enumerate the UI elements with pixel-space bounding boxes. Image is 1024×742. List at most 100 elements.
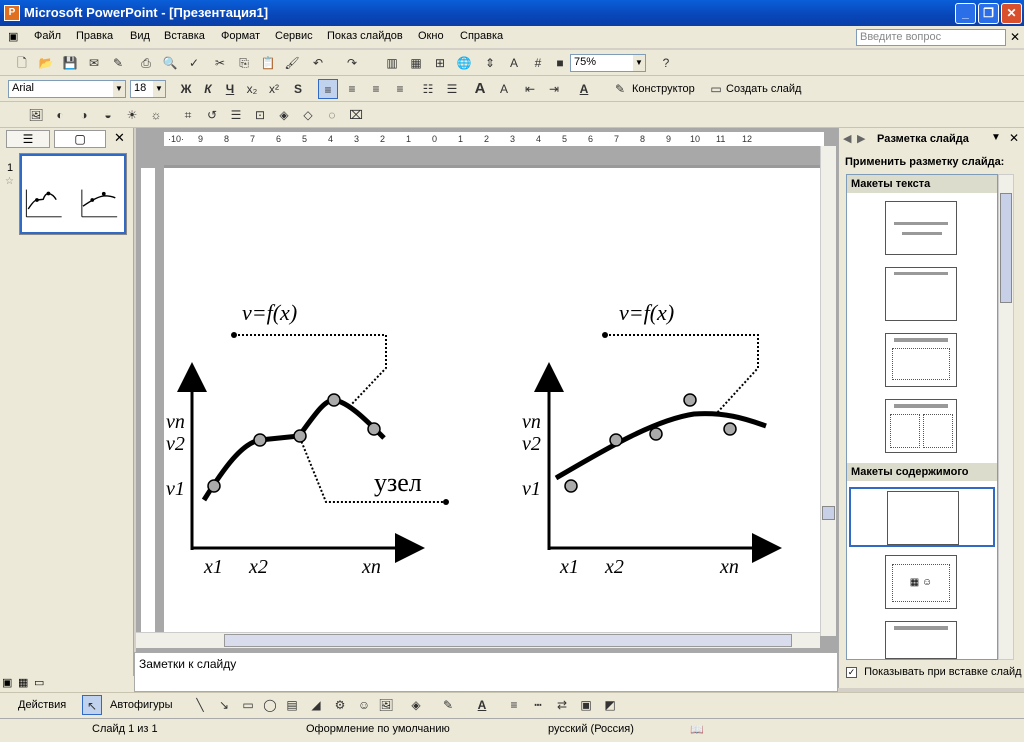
justify-icon[interactable]: ≡ — [390, 79, 410, 99]
decrease-font-icon[interactable]: A — [494, 79, 514, 99]
spelling-icon[interactable]: ✓ — [184, 53, 204, 73]
right-v1-label[interactable]: v1 — [522, 478, 541, 501]
more-contrast-icon[interactable]: ◑ — [74, 105, 94, 125]
save-icon[interactable]: 💾 — [60, 53, 80, 73]
underline-button[interactable]: Ч — [220, 79, 240, 99]
more-brightness-icon[interactable]: ☀ — [122, 105, 142, 125]
show-on-insert-checkbox[interactable]: ✓ Показывать при вставке слайд — [846, 666, 1022, 678]
hyperlink-icon[interactable]: 🌐 — [454, 53, 474, 73]
menu-insert[interactable]: Вставка — [164, 30, 205, 42]
left-xn-label[interactable]: xn — [362, 556, 381, 579]
hscroll-thumb[interactable] — [224, 634, 792, 647]
bullets-icon[interactable]: ☰ — [442, 79, 462, 99]
tables-borders-icon[interactable]: ⊞ — [430, 53, 450, 73]
vertical-scrollbar[interactable] — [820, 146, 836, 636]
right-x1-label[interactable]: x1 — [560, 556, 579, 579]
rectangle-icon[interactable]: ▭ — [238, 695, 258, 715]
align-center-icon[interactable]: ≡ — [342, 79, 362, 99]
menu-view[interactable]: Вид — [130, 30, 150, 42]
color-icon[interactable]: ◐ — [50, 105, 70, 125]
right-vn-label[interactable]: vn — [522, 411, 541, 434]
left-vn-label[interactable]: vn — [166, 411, 185, 434]
line-icon[interactable]: ╲ — [190, 695, 210, 715]
slide-thumbnail[interactable] — [19, 153, 127, 235]
powerpoint-app-icon[interactable]: P — [4, 5, 20, 21]
left-x2-label[interactable]: x2 — [249, 556, 268, 579]
arrow-style-icon[interactable]: ⇄ — [552, 695, 572, 715]
shadow-icon[interactable]: S — [288, 79, 308, 99]
fill-color-icon[interactable]: ◈ — [406, 695, 426, 715]
dash-style-icon[interactable]: ┅ — [528, 695, 548, 715]
right-v2-label[interactable]: v2 — [522, 433, 541, 456]
autoshapes-menu[interactable]: Автофигуры — [110, 699, 173, 711]
menu-window[interactable]: Окно — [418, 30, 444, 42]
slideshow-view-icon[interactable]: ▭ — [34, 676, 44, 689]
menu-file[interactable]: Файл — [34, 30, 61, 42]
color-grayscale-icon[interactable]: ■ — [550, 53, 570, 73]
permission-icon[interactable]: ✉ — [84, 53, 104, 73]
arrow-icon[interactable]: ↘ — [214, 695, 234, 715]
grid-icon[interactable]: # — [528, 53, 548, 73]
open-icon[interactable]: 📂 — [36, 53, 56, 73]
insert-table-icon[interactable]: ▦ — [406, 53, 426, 73]
back-icon[interactable]: ◀ — [843, 132, 851, 145]
left-v1-label[interactable]: v1 — [166, 478, 185, 501]
checkbox-checked-icon[interactable]: ✓ — [846, 667, 857, 678]
insert-chart-icon[interactable]: ▥ — [382, 53, 402, 73]
show-formatting-icon[interactable]: A — [504, 53, 524, 73]
help-search-input[interactable]: Введите вопрос — [856, 29, 1006, 46]
close-panel-icon[interactable]: ✕ — [114, 130, 125, 146]
minimize-button[interactable]: _ — [955, 3, 976, 24]
reset-picture-icon[interactable]: ⌧ — [346, 105, 366, 125]
close-document-icon[interactable]: ✕ — [1010, 30, 1020, 44]
recolor-icon[interactable]: ◈ — [274, 105, 294, 125]
chevron-down-icon[interactable]: ▼ — [991, 132, 1001, 143]
layout-blank-selected[interactable] — [849, 487, 995, 547]
new-slide-icon[interactable]: ▭ — [706, 79, 726, 99]
tab-outline[interactable]: ☰ — [6, 130, 50, 148]
select-arrow-icon[interactable]: ↖ — [82, 695, 102, 715]
chevron-down-icon[interactable]: ▼ — [113, 81, 125, 97]
decrease-indent-icon[interactable]: ⇤ — [520, 79, 540, 99]
close-button[interactable]: ✕ — [1001, 3, 1022, 24]
less-contrast-icon[interactable]: ◒ — [98, 105, 118, 125]
layout-title-content[interactable] — [885, 621, 957, 659]
italic-button[interactable]: К — [198, 79, 218, 99]
numbering-icon[interactable]: ☷ — [418, 79, 438, 99]
increase-font-icon[interactable]: A — [470, 79, 490, 99]
node-label[interactable]: узел — [374, 468, 422, 498]
scroll-thumb[interactable] — [822, 506, 835, 520]
line-color-icon[interactable]: ✎ — [438, 695, 458, 715]
font-color-icon[interactable]: A — [574, 79, 594, 99]
chevron-down-icon[interactable]: ▼ — [633, 55, 645, 71]
chevron-down-icon[interactable]: ▼ — [153, 81, 165, 97]
actions-menu[interactable]: Действия — [18, 699, 66, 711]
insert-picture-icon[interactable]: 🖼 — [26, 105, 46, 125]
paste-icon[interactable]: 📋 — [258, 53, 278, 73]
oval-icon[interactable]: ◯ — [260, 695, 280, 715]
designer-icon[interactable]: ✎ — [610, 79, 630, 99]
new-slide-button[interactable]: Создать слайд — [726, 83, 801, 95]
line-style-draw-icon[interactable]: ≡ — [504, 695, 524, 715]
menu-slideshow[interactable]: Показ слайдов — [327, 30, 403, 42]
align-right-icon[interactable]: ≡ — [366, 79, 386, 99]
line-style-icon[interactable]: ☰ — [226, 105, 246, 125]
picture-icon[interactable]: 🖼 — [376, 695, 396, 715]
notes-pane[interactable]: Заметки к слайду — [134, 652, 838, 692]
subscript-icon[interactable]: x₂ — [242, 79, 262, 99]
superscript-icon[interactable]: x² — [264, 79, 284, 99]
format-painter-icon[interactable]: 🖌 — [282, 53, 302, 73]
left-x1-label[interactable]: x1 — [204, 556, 223, 579]
designer-button[interactable]: Конструктор — [632, 83, 695, 95]
diagram-icon[interactable]: ⚙ — [330, 695, 350, 715]
horizontal-scrollbar[interactable] — [136, 632, 820, 648]
crop-icon[interactable]: ⌗ — [178, 105, 198, 125]
document-icon[interactable]: ▣ — [8, 30, 18, 43]
redo-icon[interactable]: ↷ — [342, 53, 362, 73]
help-icon[interactable]: ? — [656, 53, 676, 73]
menu-help[interactable]: Справка — [460, 30, 503, 42]
layout-title-only[interactable] — [885, 267, 957, 321]
clipart-icon[interactable]: ☺ — [354, 695, 374, 715]
rotate-icon[interactable]: ↺ — [202, 105, 222, 125]
transparent-color-icon[interactable]: ◌ — [322, 105, 342, 125]
